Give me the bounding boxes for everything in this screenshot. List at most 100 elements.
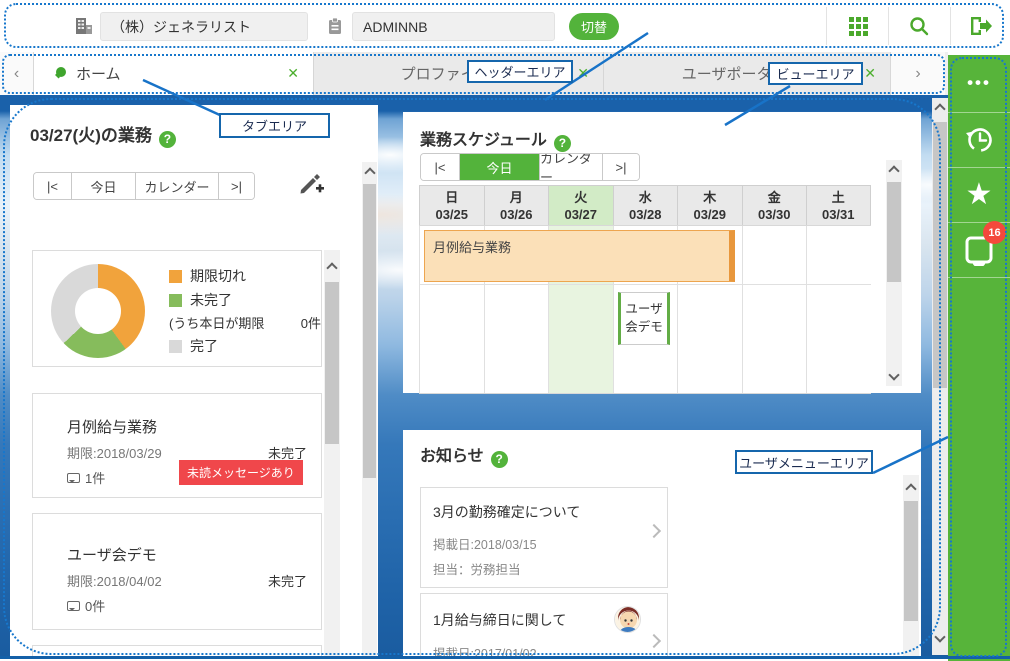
legend-complete: 完了 <box>169 336 321 356</box>
legend-overdue: 期限切れ <box>169 266 321 286</box>
tab-close-icon[interactable]: ✕ <box>577 65 589 82</box>
scroll-up-icon[interactable] <box>363 167 376 179</box>
day-column[interactable] <box>741 226 807 393</box>
legend-incomplete: 未完了 <box>169 290 321 310</box>
favorites-button[interactable]: ★ <box>948 167 1010 222</box>
notification-count-badge: 16 <box>983 221 1006 244</box>
task-list-scrollbar[interactable] <box>324 250 340 656</box>
nav-calendar-button[interactable]: カレンダー <box>135 173 218 199</box>
day-header[interactable]: 日 03/25 <box>419 185 484 225</box>
logout-icon[interactable] <box>968 15 992 37</box>
scroll-down-icon[interactable] <box>888 369 900 381</box>
search-icon[interactable] <box>909 16 929 36</box>
scrollbar-thumb[interactable] <box>363 184 376 478</box>
grid-row-divider <box>419 284 871 285</box>
history-button[interactable] <box>948 112 1010 167</box>
company-input[interactable] <box>100 12 308 41</box>
today-nav: |< 今日 カレンダー >| <box>33 172 255 200</box>
task-summary-chart-card[interactable]: 期限切れ 未完了 (うち本日が期限 0件 完了 <box>32 250 322 367</box>
donut-chart <box>51 264 145 358</box>
task-card[interactable]: ユーザ会デモ 期限:2018/04/02 未完了 0件 <box>32 513 322 630</box>
chevron-right-icon <box>646 523 662 539</box>
day-column[interactable] <box>806 226 871 393</box>
legend-swatch-gray <box>169 339 182 353</box>
news-scrollbar[interactable] <box>903 475 919 656</box>
help-icon[interactable]: ? <box>490 451 508 468</box>
scroll-up-icon[interactable] <box>326 262 338 274</box>
task-card[interactable]: 月例給与業務 期限:2018/03/29 未完了 1件 未読メッセージあり <box>32 393 322 498</box>
scrollbar-thumb[interactable] <box>904 501 918 621</box>
schedule-scrollbar[interactable] <box>886 160 902 386</box>
today-panel-scrollbar[interactable] <box>362 162 377 656</box>
scrollbar-thumb[interactable] <box>933 122 947 388</box>
scroll-up-icon[interactable] <box>905 483 917 495</box>
day-header[interactable]: 金 03/30 <box>741 185 806 225</box>
task-title: ユーザ会デモ <box>67 547 157 564</box>
schedule-nav: |< 今日 カレンダー >| <box>420 153 640 181</box>
nav-today-button[interactable]: 今日 <box>71 173 135 199</box>
tab-close-icon[interactable]: ✕ <box>287 65 299 82</box>
view-scrollbar[interactable] <box>932 98 948 655</box>
app-window: 切替 ‹ ホーム ✕ プロファイル <box>0 0 1010 661</box>
task-title: 月例給与業務 <box>67 419 158 436</box>
help-icon[interactable]: ? <box>158 131 176 148</box>
tab-label: ホーム <box>76 66 121 83</box>
task-deadline: 期限:2018/04/02 <box>67 574 162 589</box>
help-icon[interactable]: ? <box>553 135 571 152</box>
news-item[interactable]: 1月給与締日に関して 掲載日:2017/01/02 <box>420 593 668 656</box>
header-divider <box>950 7 951 45</box>
nav-calendar-button[interactable]: カレンダー <box>539 154 602 180</box>
scrollbar-thumb[interactable] <box>887 182 901 282</box>
tab-scroll-left[interactable]: ‹ <box>0 52 34 95</box>
add-task-pen-icon[interactable] <box>298 170 324 196</box>
scroll-down-icon[interactable] <box>934 631 946 643</box>
nav-first-button[interactable]: |< <box>421 154 459 180</box>
window-bottom-edge <box>0 656 1010 659</box>
week-grid: 日 03/25 月 03/26 火 03/27 水 03/28 木 03/29 金 03/3… <box>419 185 871 394</box>
message-bubble-icon <box>67 600 80 611</box>
task-messages: 1件 <box>67 468 105 487</box>
schedule-panel-title: 業務スケジュール? <box>420 126 571 152</box>
nav-last-button[interactable]: >| <box>218 173 254 199</box>
day-header[interactable]: 水 03/28 <box>612 185 677 225</box>
day-header[interactable]: 土 03/31 <box>806 185 871 225</box>
view-area: 03/27(火)の業務? |< 今日 カレンダー >| 期限切れ 未完了 (うち… <box>0 95 948 656</box>
tab-scroll-right[interactable]: › <box>890 52 945 95</box>
more-menu-button[interactable]: ••• <box>948 55 1010 110</box>
task-card-list: 期限切れ 未完了 (うち本日が期限 0件 完了 月例給与業務 期限:2018/0… <box>32 250 322 656</box>
annotation-label-header-area: ヘッダーエリア <box>467 60 573 83</box>
news-item[interactable]: 3月の勤務確定について 掲載日:2018/03/15 担当：労務担当 <box>420 487 668 588</box>
news-item-date: 掲載日:2017/01/02 <box>433 647 537 656</box>
company-building-icon <box>76 18 92 34</box>
nav-first-button[interactable]: |< <box>34 173 71 199</box>
tab-home[interactable]: ホーム ✕ <box>34 52 313 95</box>
today-panel-title: 03/27(火)の業務? <box>30 121 176 148</box>
scrollbar-thumb[interactable] <box>325 282 339 444</box>
tab-close-icon[interactable]: ✕ <box>864 65 876 82</box>
apps-grid-icon[interactable] <box>849 17 868 36</box>
pin-icon <box>54 66 66 81</box>
scroll-up-icon[interactable] <box>888 165 900 177</box>
avatar <box>614 606 641 633</box>
scroll-up-icon[interactable] <box>934 103 946 115</box>
annotation-label-view-area: ビューエリア <box>768 62 863 85</box>
schedule-event-user-demo[interactable]: ユーザ会デモ <box>618 292 670 345</box>
nav-today-button[interactable]: 今日 <box>459 154 539 180</box>
user-input[interactable] <box>352 12 555 41</box>
history-clock-icon <box>966 127 992 152</box>
week-grid-header: 日 03/25 月 03/26 火 03/27 水 03/28 木 03/29 金 03/3… <box>419 185 871 225</box>
day-header[interactable]: 月 03/26 <box>483 185 548 225</box>
task-status: 未完了 <box>267 574 307 589</box>
schedule-event-monthly-payroll[interactable]: 月例給与業務 <box>424 230 735 282</box>
due-today-count: 0件 <box>300 316 321 331</box>
schedule-panel: 業務スケジュール? |< 今日 カレンダー >| 日 03/25 月 03/26 火… <box>403 112 921 394</box>
message-bubble-icon <box>67 472 80 483</box>
today-tasks-panel: 03/27(火)の業務? |< 今日 カレンダー >| 期限切れ 未完了 (うち… <box>10 105 378 656</box>
news-item-owner: 担当：労務担当 <box>433 563 521 577</box>
legend-swatch-orange <box>169 269 182 283</box>
day-header[interactable]: 木 03/29 <box>677 185 742 225</box>
nav-last-button[interactable]: >| <box>602 154 639 180</box>
task-card[interactable] <box>32 645 322 656</box>
day-header-today[interactable]: 火 03/27 <box>548 185 613 225</box>
switch-button[interactable]: 切替 <box>569 13 619 40</box>
